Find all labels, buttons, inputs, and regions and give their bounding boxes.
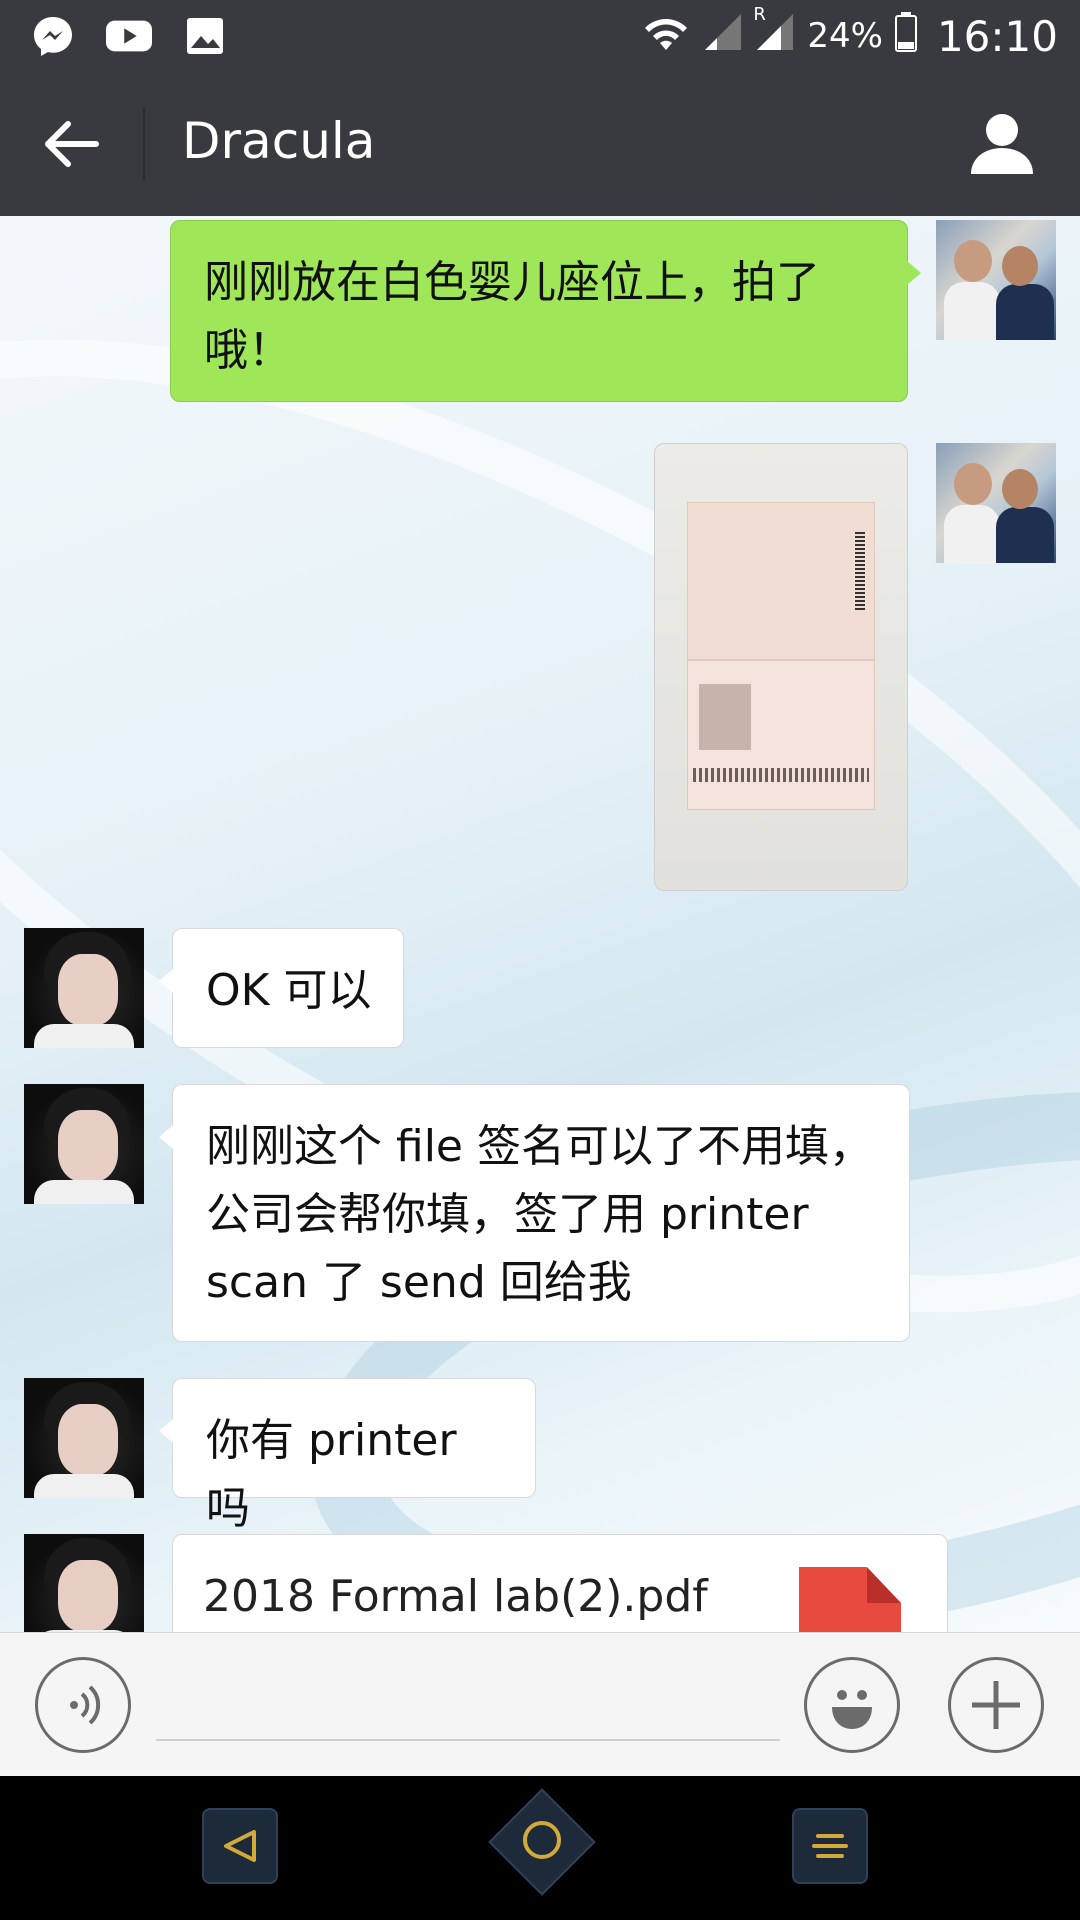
image-message[interactable] xyxy=(654,443,908,891)
nav-back-button[interactable] xyxy=(202,1808,278,1884)
chat-area[interactable]: 刚刚放在白色婴儿座位上，拍了哦！ OK 可以 刚刚这个 file 签名可以了不用… xyxy=(0,216,1080,1632)
chat-title: Dracula xyxy=(182,112,376,170)
battery-icon xyxy=(894,11,917,61)
my-avatar[interactable] xyxy=(936,443,1056,563)
menu-lines-icon xyxy=(812,1834,848,1858)
message-text: 刚刚放在白色婴儿座位上，拍了哦！ xyxy=(204,257,820,376)
passport-top-page xyxy=(687,502,875,660)
file-message[interactable]: 2018 Formal lab(2).pdf xyxy=(172,1534,948,1632)
smiley-icon xyxy=(832,1690,872,1729)
contact-avatar[interactable] xyxy=(24,1084,144,1204)
pdf-fold xyxy=(867,1567,901,1603)
title-bar: Dracula xyxy=(0,72,1080,216)
person-icon xyxy=(971,114,1033,174)
message-bubble-received[interactable]: 刚刚这个 file 签名可以了不用填， 公司会帮你填，签了用 printer s… xyxy=(159,1084,910,1342)
message-text: OK 可以 xyxy=(206,965,372,1016)
chat-info-button[interactable] xyxy=(966,108,1038,180)
message-text-line: 刚刚这个 file 签名可以了不用填， xyxy=(206,1121,873,1172)
voice-input-button[interactable] xyxy=(35,1657,131,1753)
status-bar: R 24% 16:10 xyxy=(0,0,1080,72)
voice-icon xyxy=(70,1685,101,1725)
my-avatar[interactable] xyxy=(936,220,1056,340)
file-name: 2018 Formal lab(2).pdf xyxy=(203,1571,708,1622)
contact-avatar[interactable] xyxy=(24,1534,144,1632)
messenger-icon xyxy=(30,14,76,58)
contact-avatar[interactable] xyxy=(24,928,144,1048)
wifi-icon xyxy=(641,12,691,61)
passport-photo xyxy=(699,684,751,750)
passport-mrz xyxy=(693,768,869,782)
emoji-button[interactable] xyxy=(804,1657,900,1753)
message-input[interactable] xyxy=(156,1685,780,1741)
message-bubble-sent[interactable]: 刚刚放在白色婴儿座位上，拍了哦！ xyxy=(170,220,921,402)
contact-avatar[interactable] xyxy=(24,1378,144,1498)
nav-recent-apps-button[interactable] xyxy=(792,1808,868,1884)
circle-home-icon xyxy=(523,1821,561,1859)
passport-barcode xyxy=(855,532,865,612)
message-text-line: 公司会帮你填，签了用 printer xyxy=(206,1189,809,1240)
back-arrow-icon xyxy=(45,121,99,167)
plus-icon xyxy=(972,1681,1020,1729)
more-options-button[interactable] xyxy=(948,1657,1044,1753)
clock: 16:10 xyxy=(936,11,1058,61)
gallery-icon xyxy=(182,14,228,58)
nav-home-button[interactable] xyxy=(488,1788,596,1896)
notification-icons xyxy=(30,14,228,58)
battery-percent: 24% xyxy=(807,16,883,56)
message-bubble-received[interactable]: 你有 printer 吗 xyxy=(159,1378,536,1534)
message-bubble-received[interactable]: OK 可以 xyxy=(159,928,404,1048)
signal-roaming-icon: R xyxy=(753,4,795,61)
signal-icon xyxy=(703,12,743,61)
title-divider xyxy=(143,108,145,180)
message-text-line: scan 了 send 回给我 xyxy=(206,1257,632,1308)
navigation-bar xyxy=(0,1776,1080,1920)
status-right: R 24% 16:10 xyxy=(641,4,1058,62)
youtube-icon xyxy=(106,14,152,58)
back-button[interactable] xyxy=(36,108,108,180)
input-bar xyxy=(0,1632,1080,1776)
roaming-indicator: R xyxy=(753,3,766,25)
triangle-back-icon xyxy=(224,1830,256,1862)
